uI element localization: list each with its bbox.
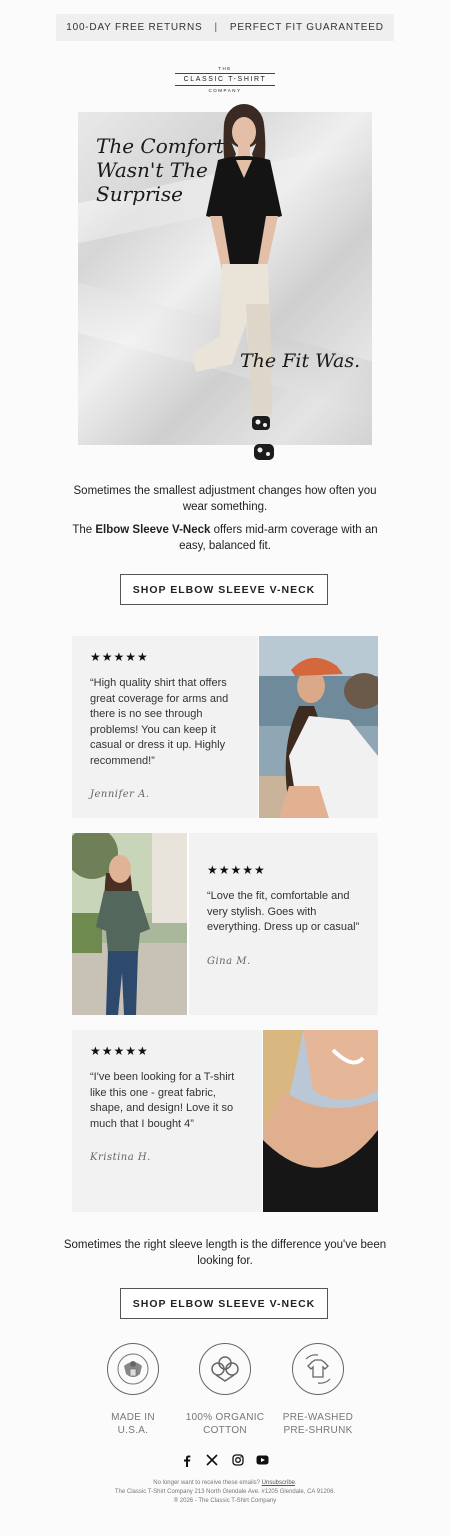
- youtube-icon[interactable]: [256, 1453, 270, 1467]
- badge-pre-shrunk: PRE-WASHED PRE-SHRUNK: [273, 1343, 363, 1437]
- reviewer-signature: Gina M.: [207, 955, 251, 967]
- badge-label: MADE IN U.S.A.: [111, 1412, 155, 1436]
- intro-text: The: [72, 524, 96, 536]
- instagram-icon[interactable]: [231, 1453, 245, 1467]
- review-card: ★★★★★ “I've been looking for a T-shirt l…: [72, 1030, 378, 1212]
- hero-image[interactable]: The Comfort Wasn't The Surprise The Fit …: [78, 104, 372, 460]
- x-icon[interactable]: [205, 1453, 219, 1467]
- divider: |: [214, 22, 218, 33]
- product-name: Elbow Sleeve V-Neck: [95, 524, 211, 536]
- logo-top-text: THE: [218, 66, 232, 71]
- fit-guarantee-text: PERFECT FIT GUARANTEED: [229, 22, 384, 33]
- review-text-panel: ★★★★★ “High quality shirt that offers gr…: [72, 636, 258, 818]
- review-card: ★★★★★ “Love the fit, comfortable and ver…: [72, 833, 378, 1015]
- announcement-bar: 100-DAY FREE RETURNS | PERFECT FIT GUARA…: [56, 14, 394, 41]
- copyright: ® 2026 - The Classic T-Shirt Company: [173, 1498, 277, 1504]
- review-text-panel: ★★★★★ “Love the fit, comfortable and ver…: [189, 833, 378, 1015]
- cotton-icon: [199, 1343, 251, 1395]
- review-quote: “I've been looking for a T-shirt like th…: [90, 1071, 235, 1130]
- hero-headline: The Comfort Wasn't The Surprise: [96, 134, 224, 206]
- review-card: ★★★★★ “High quality shirt that offers gr…: [72, 636, 378, 818]
- unsubscribe-line: No longer want to receive these emails? …: [153, 1480, 297, 1486]
- reviewer-signature: Jennifer A.: [90, 789, 150, 800]
- intro-copy: Sometimes the smallest adjustment change…: [60, 484, 390, 562]
- feature-badges: MADE IN U.S.A. 100% ORGANIC COTTON PRE-WAS…: [0, 1343, 450, 1443]
- star-rating: ★★★★★: [90, 650, 149, 664]
- outro-copy: Sometimes the right sleeve length is the…: [63, 1239, 387, 1267]
- hero-subheadline: The Fit Was.: [240, 350, 361, 372]
- preshrunk-shirt-icon: [292, 1343, 344, 1395]
- review-quote: “High quality shirt that offers great co…: [90, 677, 229, 767]
- brand-logo[interactable]: THE CLASSIC T-SHIRT COMPANY: [175, 66, 275, 96]
- review-quote: “Love the fit, comfortable and very styl…: [207, 890, 360, 933]
- footer: No longer want to receive these emails? …: [50, 1479, 400, 1506]
- badge-label: 100% ORGANIC COTTON: [185, 1412, 265, 1436]
- reviewer-photo[interactable]: [72, 833, 187, 1015]
- star-rating: ★★★★★: [90, 1044, 149, 1058]
- reviewer-signature: Kristina H.: [90, 1152, 151, 1163]
- company-address: The Classic T-Shirt Company 213 North Gl…: [114, 1489, 336, 1495]
- badge-label: PRE-WASHED PRE-SHRUNK: [282, 1412, 354, 1436]
- reviewer-photo[interactable]: [263, 1030, 378, 1212]
- social-links: [180, 1452, 270, 1468]
- free-returns-text: 100-DAY FREE RETURNS: [66, 22, 203, 33]
- shop-elbow-sleeve-button[interactable]: SHOP ELBOW SLEEVE V-NECK: [120, 1288, 328, 1319]
- shop-elbow-sleeve-button[interactable]: SHOP ELBOW SLEEVE V-NECK: [120, 574, 328, 605]
- logo-bottom-text: COMPANY: [208, 88, 242, 93]
- badge-organic-cotton: 100% ORGANIC COTTON: [180, 1343, 270, 1437]
- logo-main-text: CLASSIC T-SHIRT: [175, 73, 275, 86]
- unsubscribe-link[interactable]: Unsubscribe: [262, 1480, 295, 1486]
- badge-made-in-usa: MADE IN U.S.A.: [88, 1343, 178, 1437]
- usa-seal-icon: [107, 1343, 159, 1395]
- facebook-icon[interactable]: [180, 1453, 194, 1467]
- review-text-panel: ★★★★★ “I've been looking for a T-shirt l…: [72, 1030, 262, 1212]
- intro-line-1: Sometimes the smallest adjustment change…: [73, 485, 377, 513]
- intro-line-2: The Elbow Sleeve V-Neck offers mid-arm c…: [60, 523, 390, 554]
- star-rating: ★★★★★: [207, 863, 266, 877]
- reviewer-photo[interactable]: [259, 636, 378, 818]
